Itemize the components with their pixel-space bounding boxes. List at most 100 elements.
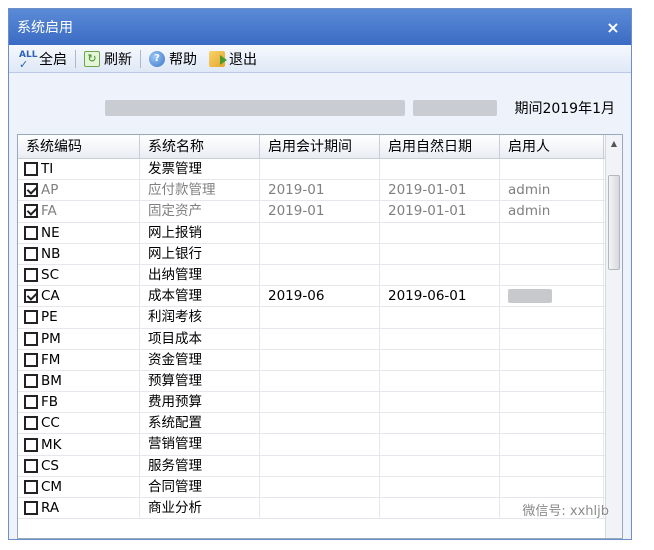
table-row[interactable]: FA 固定资产 2019-01 2019-01-01 admin (18, 201, 622, 223)
system-name-cell: 合同管理 (140, 476, 260, 497)
enable-checkbox[interactable] (24, 310, 38, 325)
table-row[interactable]: TI 发票管理 (18, 159, 622, 181)
table-row[interactable]: NE 网上报销 (18, 222, 622, 244)
enable-date-cell (380, 413, 500, 434)
enable-period-cell (260, 349, 380, 370)
enable-checkbox[interactable] (24, 289, 38, 304)
vertical-scrollbar[interactable]: ▲ (605, 135, 622, 538)
enable-period-cell (260, 307, 380, 328)
info-bar: 期间2019年1月 (9, 74, 631, 134)
enable-user-cell (500, 264, 604, 286)
table-row[interactable]: SC 出纳管理 (18, 264, 622, 287)
enable-user-cell (500, 455, 604, 476)
table-row[interactable]: CA 成本管理 2019-06 2019-06-01 (18, 286, 622, 308)
system-code: FM (41, 351, 61, 368)
column-header-date[interactable]: 启用自然日期 (380, 135, 500, 158)
table-row[interactable]: BM 预算管理 (18, 370, 622, 393)
column-header-period[interactable]: 启用会计期间 (260, 135, 380, 158)
enable-checkbox[interactable] (24, 162, 38, 177)
enable-user-cell (500, 328, 604, 349)
table-row[interactable]: AP 应付款管理 2019-01 2019-01-01 admin (18, 180, 622, 202)
system-name-cell: 系统配置 (140, 413, 260, 434)
enable-period-cell (260, 222, 380, 243)
system-code: TI (41, 161, 54, 178)
column-header-code[interactable]: 系统编码 (18, 135, 140, 158)
system-code-cell: CM (18, 476, 140, 497)
enable-date-cell (380, 159, 500, 180)
enable-period-cell: 2019-01 (260, 180, 380, 201)
system-table: 系统编码 系统名称 启用会计期间 启用自然日期 启用人 TI 发票管理 AP 应付款管… (17, 134, 623, 539)
table-row[interactable]: FM 资金管理 (18, 349, 622, 371)
redacted-user (508, 289, 552, 304)
enable-date-cell: 2019-01-01 (380, 201, 500, 222)
system-code: AP (41, 182, 59, 199)
enable-user-cell (500, 413, 604, 434)
system-name-cell: 网上银行 (140, 243, 260, 264)
enable-checkbox[interactable] (24, 352, 38, 367)
system-name-cell: 预算管理 (140, 370, 260, 392)
table-row[interactable]: CC 系统配置 (18, 413, 622, 435)
enable-checkbox[interactable] (24, 331, 38, 346)
help-button[interactable]: ? 帮助 (143, 48, 203, 70)
enable-checkbox[interactable] (24, 204, 38, 219)
enable-user-cell (500, 222, 604, 243)
enable-date-cell: 2019-06-01 (380, 286, 500, 307)
system-code: PE (41, 309, 58, 326)
enable-checkbox[interactable] (24, 373, 38, 388)
refresh-button[interactable]: ↻ 刷新 (78, 48, 138, 70)
table-body: TI 发票管理 AP 应付款管理 2019-01 2019-01-01 admin FA 固定资… (18, 159, 622, 520)
enable-period-cell (260, 328, 380, 349)
enable-checkbox[interactable] (24, 395, 38, 410)
table-row[interactable]: PE 利润考核 (18, 307, 622, 329)
close-icon[interactable]: × (603, 17, 623, 37)
table-row[interactable]: CS 服务管理 (18, 455, 622, 477)
select-all-button[interactable]: ALL ✓ 全启 (13, 48, 73, 70)
system-code-cell: NE (18, 222, 140, 243)
toolbar-separator (140, 49, 141, 68)
system-name-cell: 成本管理 (140, 286, 260, 307)
enable-period-cell (260, 413, 380, 434)
redacted-text (105, 100, 405, 116)
enable-checkbox[interactable] (24, 268, 38, 283)
enable-checkbox[interactable] (24, 479, 38, 494)
enable-user-cell (500, 159, 604, 180)
select-all-icon: ALL ✓ (19, 49, 38, 71)
enable-checkbox[interactable] (24, 225, 38, 240)
system-code-cell: CS (18, 455, 140, 476)
window-title: 系统启用 (17, 20, 73, 36)
system-code-cell: TI (18, 159, 140, 180)
system-enable-window: 系统启用 × ALL ✓ 全启 ↻ 刷新 ? 帮助 退出 期间2019年1月 系… (8, 8, 632, 540)
enable-period-cell (260, 243, 380, 264)
system-code: MK (41, 436, 62, 453)
column-header-user[interactable]: 启用人 (500, 135, 604, 158)
table-row[interactable]: NB 网上银行 (18, 243, 622, 265)
select-all-label: 全启 (39, 51, 67, 68)
system-code: NE (41, 224, 60, 241)
system-name-cell: 商业分析 (140, 498, 260, 519)
system-code: NB (41, 245, 61, 262)
table-row[interactable]: PM 项目成本 (18, 328, 622, 350)
system-name-cell: 营销管理 (140, 434, 260, 455)
enable-checkbox[interactable] (24, 246, 38, 261)
system-name-cell: 资金管理 (140, 349, 260, 370)
enable-checkbox[interactable] (24, 437, 38, 452)
scrollbar-thumb[interactable] (608, 175, 620, 270)
enable-checkbox[interactable] (24, 416, 38, 431)
help-icon: ? (149, 50, 165, 67)
enable-period-cell (260, 159, 380, 180)
toolbar: ALL ✓ 全启 ↻ 刷新 ? 帮助 退出 (9, 45, 631, 73)
enable-date-cell (380, 476, 500, 497)
column-header-name[interactable]: 系统名称 (140, 135, 260, 158)
enable-checkbox[interactable] (24, 183, 38, 198)
enable-user-cell (500, 392, 604, 413)
table-row[interactable]: CM 合同管理 (18, 476, 622, 498)
enable-checkbox[interactable] (24, 458, 38, 473)
system-code-cell: AP (18, 180, 140, 201)
system-name-cell: 应付款管理 (140, 180, 260, 201)
exit-button[interactable]: 退出 (203, 48, 263, 70)
table-row[interactable]: FB 费用预算 (18, 392, 622, 414)
system-code: CC (41, 415, 60, 432)
enable-checkbox[interactable] (24, 501, 38, 516)
scroll-up-icon[interactable]: ▲ (606, 135, 622, 152)
table-row[interactable]: MK 营销管理 (18, 434, 622, 456)
